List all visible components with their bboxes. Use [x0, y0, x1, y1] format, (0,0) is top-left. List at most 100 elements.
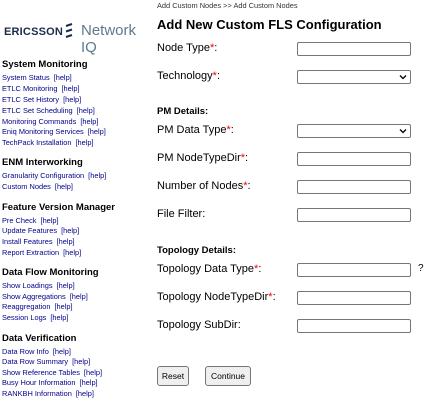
help-link[interactable]: [help]	[55, 302, 73, 311]
nav-item: Report Extraction [help]	[2, 248, 81, 257]
logo-product: Network IQ	[81, 22, 137, 56]
nav-item: Show Reference Tables [help]	[2, 368, 102, 377]
label-text: PM NodeTypeDir	[157, 152, 241, 164]
nav-item: ETLC Set Scheduling [help]	[2, 106, 95, 115]
topo-nodetypedir-label: Topology NodeTypeDir*:	[157, 291, 276, 303]
nav-link-system-status[interactable]: System Status	[2, 73, 50, 82]
help-link[interactable]: [help]	[88, 127, 106, 136]
help-link[interactable]: [help]	[63, 248, 81, 257]
ericsson-mark-icon	[65, 23, 73, 38]
nav-link-pre-check[interactable]: Pre Check	[2, 216, 37, 225]
nav-item: Granularity Configuration [help]	[2, 171, 106, 180]
section-data-flow-monitoring: Data Flow Monitoring	[2, 267, 99, 278]
nav-item: Pre Check [help]	[2, 216, 59, 225]
help-link[interactable]: [help]	[50, 313, 68, 322]
technology-select[interactable]	[297, 70, 411, 84]
help-link[interactable]: [help]	[57, 237, 75, 246]
help-link[interactable]: [help]	[53, 347, 71, 356]
breadcrumb-link-second[interactable]: Add Custom Nodes	[233, 1, 297, 10]
breadcrumb: Add Custom Nodes >> Add Custom Nodes	[157, 1, 298, 10]
nav-link-data-row-info[interactable]: Data Row Info	[2, 347, 49, 356]
nav-item: Eniq Monitoring Services [help]	[2, 127, 106, 136]
help-link[interactable]: [help]	[63, 95, 81, 104]
nav-link-rankbh-information[interactable]: RANKBH Information	[2, 389, 72, 398]
sidebar: ERICSSON Network IQ System Monitoring Sy…	[0, 0, 150, 401]
chevron-down-icon	[399, 129, 407, 134]
help-link[interactable]: [help]	[61, 84, 79, 93]
breadcrumb-link-first[interactable]: Add Custom Nodes	[157, 1, 221, 10]
nav-item: Reaggregation [help]	[2, 302, 73, 311]
help-link[interactable]: [help]	[70, 292, 88, 301]
help-question-mark[interactable]: ?	[418, 263, 424, 274]
topo-data-type-input[interactable]	[297, 263, 411, 277]
help-link[interactable]: [help]	[75, 138, 93, 147]
topo-nodetypedir-input[interactable]	[297, 291, 411, 305]
nav-item: ETLC Monitoring [help]	[2, 84, 80, 93]
continue-button[interactable]: Continue	[205, 366, 251, 386]
file-filter-label: File Filter:	[157, 208, 206, 220]
nav-item: Data Row Info [help]	[2, 347, 71, 356]
nav-item: ETLC Set History [help]	[2, 95, 81, 104]
nav-link-show-reference-tables[interactable]: Show Reference Tables	[2, 368, 80, 377]
label-colon: :	[216, 70, 220, 82]
file-filter-input[interactable]	[297, 208, 411, 222]
pm-data-type-select[interactable]	[297, 124, 411, 138]
help-link[interactable]: [help]	[55, 182, 73, 191]
nav-link-monitoring-commands[interactable]: Monitoring Commands	[2, 117, 76, 126]
nav-link-session-logs[interactable]: Session Logs	[2, 313, 46, 322]
nav-item: Data Row Summary [help]	[2, 357, 90, 366]
section-data-verification: Data Verification	[2, 333, 77, 344]
reset-button[interactable]: Reset	[157, 366, 189, 386]
pm-data-type-label: PM Data Type*:	[157, 124, 234, 136]
help-link[interactable]: [help]	[80, 117, 98, 126]
help-link[interactable]: [help]	[72, 357, 90, 366]
label-text: Node Type	[157, 42, 211, 54]
section-system-monitoring: System Monitoring	[2, 59, 88, 70]
label-colon: :	[258, 263, 262, 275]
label-text: Topology NodeTypeDir	[157, 291, 269, 303]
nav-item: System Status [help]	[2, 73, 72, 82]
help-link[interactable]: [help]	[84, 368, 102, 377]
nav-link-busy-hour-information[interactable]: Busy Hour Information	[2, 378, 76, 387]
nav-link-data-row-summary[interactable]: Data Row Summary	[2, 357, 68, 366]
pm-nodetypedir-input[interactable]	[297, 152, 411, 166]
help-link[interactable]: [help]	[88, 171, 106, 180]
label-colon: :	[245, 152, 249, 164]
topo-subdir-input[interactable]	[297, 319, 411, 333]
nav-link-custom-nodes[interactable]: Custom Nodes	[2, 182, 51, 191]
label-text: PM Data Type	[157, 124, 227, 136]
nav-link-report-extraction[interactable]: Report Extraction	[2, 248, 59, 257]
node-type-input[interactable]	[297, 42, 411, 56]
nav-link-eniq-monitoring-services[interactable]: Eniq Monitoring Services	[2, 127, 84, 136]
label-colon: :	[247, 180, 251, 192]
nav-link-etlc-monitoring[interactable]: ETLC Monitoring	[2, 84, 57, 93]
help-link[interactable]: [help]	[76, 389, 94, 398]
nav-item: Show Loadings [help]	[2, 281, 75, 290]
help-link[interactable]: [help]	[57, 281, 75, 290]
help-link[interactable]: [help]	[77, 106, 95, 115]
nav-item: Busy Hour Information [help]	[2, 378, 98, 387]
help-link[interactable]: [help]	[54, 73, 72, 82]
breadcrumb-separator: >>	[223, 1, 232, 10]
nav-item: Monitoring Commands [help]	[2, 117, 98, 126]
nav-link-install-features[interactable]: Install Features	[2, 237, 53, 246]
label-text: Topology Data Type	[157, 263, 255, 275]
nav-link-show-aggregations[interactable]: Show Aggregations	[2, 292, 66, 301]
nav-link-update-features[interactable]: Update Features	[2, 226, 57, 235]
nav-link-granularity-configuration[interactable]: Granularity Configuration	[2, 171, 84, 180]
nav-item: Update Features [help]	[2, 226, 79, 235]
help-link[interactable]: [help]	[61, 226, 79, 235]
ericsson-logo: ERICSSON Network IQ	[2, 20, 150, 56]
logo-brand: ERICSSON	[4, 26, 64, 38]
nav-link-techpack-installation[interactable]: TechPack Installation	[2, 138, 71, 147]
nav-link-etlc-set-history[interactable]: ETLC Set History	[2, 95, 59, 104]
help-link[interactable]: [help]	[41, 216, 59, 225]
help-link[interactable]: [help]	[80, 378, 98, 387]
label-text: Technology	[157, 70, 213, 82]
nav-link-show-loadings[interactable]: Show Loadings	[2, 281, 53, 290]
num-nodes-input[interactable]	[297, 180, 411, 194]
section-enm-interworking: ENM Interworking	[2, 157, 83, 168]
label-colon: :	[230, 124, 234, 136]
nav-link-reaggregation[interactable]: Reaggregation	[2, 302, 51, 311]
nav-link-etlc-set-scheduling[interactable]: ETLC Set Scheduling	[2, 106, 73, 115]
